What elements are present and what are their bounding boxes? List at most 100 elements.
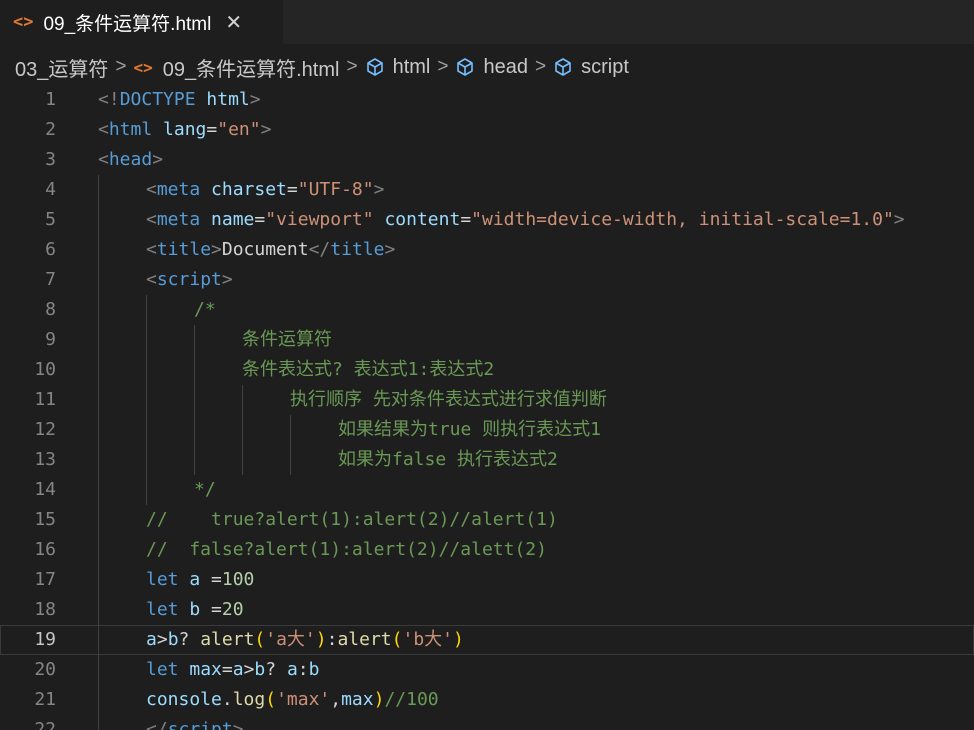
breadcrumb-html[interactable]: html bbox=[365, 56, 430, 79]
code-line[interactable]: 19 a>b? alert('a大'):alert('b大') bbox=[0, 625, 974, 655]
code-token: meta bbox=[156, 209, 201, 230]
chevron-right-icon: > bbox=[346, 56, 358, 77]
code-token: lang bbox=[163, 119, 207, 140]
indent-guide bbox=[194, 415, 195, 445]
code-text: 条件表达式? 表达式1:表达式2 bbox=[242, 355, 494, 385]
code-line[interactable]: 4 <meta charset="UTF-8"> bbox=[0, 175, 974, 205]
html-file-icon: <> bbox=[133, 57, 153, 77]
code-token: console bbox=[146, 689, 222, 710]
breadcrumb-head[interactable]: head bbox=[455, 56, 528, 79]
code-line[interactable]: 8 /* bbox=[0, 295, 974, 325]
code-token: > bbox=[152, 149, 164, 170]
indent-guide bbox=[98, 505, 99, 535]
code-token: 如果为false 执行表达式2 bbox=[338, 449, 558, 470]
code-line[interactable]: 12 如果结果为true 则执行表达式1 bbox=[0, 415, 974, 445]
code-token: script bbox=[156, 269, 222, 290]
symbol-element-icon bbox=[457, 58, 474, 76]
code-line[interactable]: 22 </script> bbox=[0, 715, 974, 730]
indent-guide bbox=[290, 445, 291, 475]
indent-guide bbox=[98, 175, 99, 205]
code-token: max bbox=[178, 659, 222, 680]
code-line[interactable]: 10 条件表达式? 表达式1:表达式2 bbox=[0, 355, 974, 385]
chevron-right-icon: > bbox=[115, 56, 127, 77]
breadcrumb-script-label: script bbox=[581, 55, 629, 78]
code-line[interactable]: 11 执行顺序 先对条件表达式进行求值判断 bbox=[0, 385, 974, 415]
code-line[interactable]: 3 <head> bbox=[0, 145, 974, 175]
code-token: 条件运算符 bbox=[242, 329, 332, 350]
code-token: alert bbox=[200, 629, 255, 650]
breadcrumb: 03_运算符 > <> 09_条件运算符.html > html > head >… bbox=[0, 44, 974, 90]
indent-guide bbox=[194, 445, 195, 475]
code-line[interactable]: 5 <meta name="viewport" content="width=de… bbox=[0, 205, 974, 235]
editor-tab[interactable]: <> 09_条件运算符.html ✕ bbox=[0, 0, 283, 44]
indent-guide bbox=[98, 475, 99, 505]
code-token: title bbox=[330, 239, 385, 260]
indent-guide bbox=[98, 535, 99, 565]
code-token: "width=device-width, initial-scale=1.0" bbox=[471, 209, 894, 230]
code-text: <head> bbox=[98, 145, 163, 175]
code-line[interactable]: 14 */ bbox=[0, 475, 974, 505]
code-token: > bbox=[384, 239, 396, 260]
line-number: 10 bbox=[34, 359, 56, 380]
code-token: charset bbox=[200, 179, 287, 200]
code-token: , bbox=[330, 689, 342, 710]
symbol-element-icon bbox=[555, 58, 571, 76]
code-token: log bbox=[232, 689, 266, 710]
code-text: a>b? alert('a大'):alert('b大') bbox=[146, 625, 464, 655]
code-editor[interactable]: 1 <!DOCTYPE html> 2 <html lang="en"> 3 <head>… bbox=[0, 85, 974, 730]
code-line[interactable]: 17 let a =100 bbox=[0, 565, 974, 595]
code-token: : bbox=[297, 659, 309, 680]
code-token: //100 bbox=[384, 689, 439, 710]
breadcrumb-folder[interactable]: 03_运算符 bbox=[15, 53, 108, 82]
code-token: ? bbox=[178, 629, 201, 650]
indent-guide bbox=[98, 565, 99, 595]
code-line[interactable]: 21 console.log('max',max)//100 bbox=[0, 685, 974, 715]
code-token: > bbox=[249, 89, 261, 110]
indent-guide bbox=[98, 415, 99, 445]
code-token: ) bbox=[315, 629, 327, 650]
code-token: ( bbox=[391, 629, 403, 650]
indent-guide bbox=[98, 205, 99, 235]
breadcrumb-file[interactable]: <> 09_条件运算符.html bbox=[133, 53, 339, 82]
code-token: max bbox=[341, 689, 374, 710]
code-text: <meta charset="UTF-8"> bbox=[146, 175, 384, 205]
code-line[interactable]: 16 // false?alert(1):alert(2)//alett(2) bbox=[0, 535, 974, 565]
code-text: 如果为false 执行表达式2 bbox=[338, 445, 558, 475]
code-line[interactable]: 20 let max=a>b? a:b bbox=[0, 655, 974, 685]
chevron-right-icon: > bbox=[437, 56, 449, 77]
code-line[interactable]: 6 <title>Document</title> bbox=[0, 235, 974, 265]
code-token: > bbox=[221, 269, 233, 290]
code-text: <title>Document</title> bbox=[146, 235, 395, 265]
indent-guide bbox=[98, 595, 99, 625]
code-text: let max=a>b? a:b bbox=[146, 655, 319, 685]
code-token: > bbox=[211, 239, 222, 260]
breadcrumb-script[interactable]: script bbox=[553, 56, 629, 79]
code-token: let bbox=[146, 599, 179, 620]
code-token: . bbox=[221, 689, 233, 710]
indent-guide bbox=[98, 625, 99, 655]
code-line[interactable]: 9 条件运算符 bbox=[0, 325, 974, 355]
code-token: Document bbox=[221, 239, 309, 260]
code-token: > bbox=[156, 629, 168, 650]
code-token: > bbox=[893, 209, 905, 230]
code-token: = bbox=[286, 179, 298, 200]
code-token: let bbox=[146, 569, 179, 590]
line-number: 2 bbox=[45, 119, 56, 140]
breadcrumb-head-label: head bbox=[483, 55, 528, 78]
code-token: 'max' bbox=[276, 689, 331, 710]
code-line[interactable]: 1 <!DOCTYPE html> bbox=[0, 85, 974, 115]
code-line[interactable]: 2 <html lang="en"> bbox=[0, 115, 974, 145]
indent-guide bbox=[146, 475, 147, 505]
close-icon[interactable]: ✕ bbox=[225, 10, 242, 35]
code-text: // true?alert(1):alert(2)//alert(1) bbox=[146, 505, 558, 535]
line-number: 4 bbox=[45, 179, 56, 200]
code-line[interactable]: 18 let b =20 bbox=[0, 595, 974, 625]
code-line[interactable]: 7 <script> bbox=[0, 265, 974, 295]
code-line[interactable]: 13 如果为false 执行表达式2 bbox=[0, 445, 974, 475]
code-text: */ bbox=[194, 475, 216, 505]
code-token: a bbox=[146, 629, 157, 650]
indent-guide bbox=[242, 385, 243, 415]
code-line[interactable]: 15 // true?alert(1):alert(2)//alert(1) bbox=[0, 505, 974, 535]
indent-guide bbox=[146, 325, 147, 355]
code-text: let a =100 bbox=[146, 565, 254, 595]
